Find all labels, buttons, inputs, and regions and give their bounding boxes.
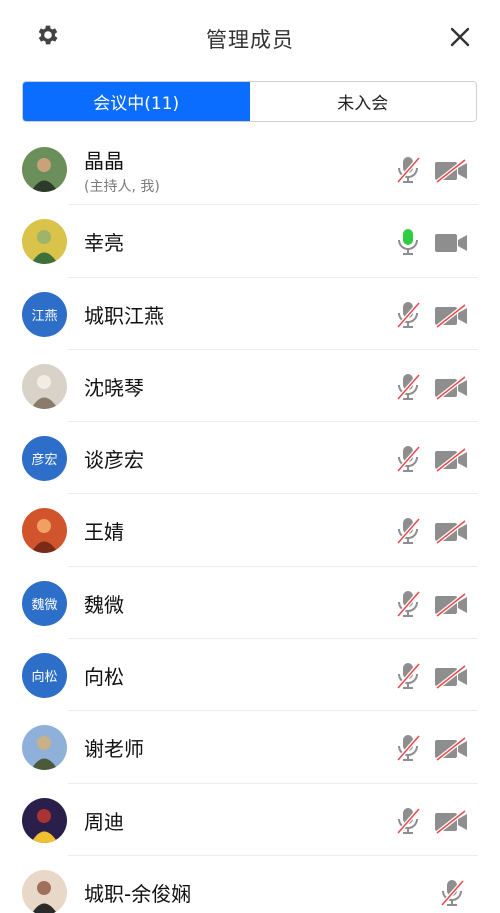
- member-row[interactable]: 晶晶 (主持人, 我): [0, 133, 500, 206]
- member-row[interactable]: 向松 向松: [0, 639, 500, 712]
- mic-muted-icon[interactable]: [394, 661, 422, 691]
- member-row[interactable]: 幸亮: [0, 205, 500, 278]
- mic-muted-icon[interactable]: [394, 733, 422, 763]
- header: 管理成员: [0, 0, 500, 78]
- member-name: 王婧: [84, 520, 124, 545]
- camera-off-icon[interactable]: [433, 736, 469, 762]
- camera-icon[interactable]: [433, 230, 469, 256]
- member-name: 周迪: [84, 809, 124, 834]
- manage-members-screen: 管理成员 会议中(11) 未入会 晶晶 (主持人, 我) 幸亮江燕 城职江燕沈晓琴彦宏…: [0, 0, 500, 913]
- camera-off-icon[interactable]: [433, 809, 469, 835]
- mic-muted-icon[interactable]: [394, 300, 422, 330]
- avatar: [22, 219, 67, 265]
- camera-off-icon[interactable]: [433, 375, 469, 401]
- member-row[interactable]: 魏微 魏微: [0, 567, 500, 640]
- mic-muted-icon[interactable]: [394, 155, 422, 185]
- mic-muted-icon[interactable]: [438, 878, 466, 908]
- tab-in-meeting[interactable]: 会议中(11): [23, 82, 250, 121]
- member-name: 向松: [84, 665, 124, 690]
- camera-off-icon[interactable]: [433, 664, 469, 690]
- member-row[interactable]: 沈晓琴: [0, 350, 500, 423]
- avatar: [22, 147, 67, 192]
- member-name: 谢老师: [84, 737, 144, 762]
- member-tabs: 会议中(11) 未入会: [22, 81, 477, 122]
- member-row[interactable]: 王婧: [0, 494, 500, 567]
- member-row[interactable]: 彦宏 谈彦宏: [0, 422, 500, 495]
- page-title: 管理成员: [206, 28, 294, 52]
- avatar: [22, 508, 67, 554]
- avatar: [22, 363, 67, 409]
- mic-muted-icon[interactable]: [394, 372, 422, 402]
- member-name: 城职江燕: [84, 303, 164, 328]
- member-name: 魏微: [84, 592, 124, 617]
- member-row[interactable]: 江燕 城职江燕: [0, 278, 500, 350]
- tab-not-joined[interactable]: 未入会: [249, 82, 476, 121]
- camera-off-icon[interactable]: [433, 519, 469, 546]
- member-name: 谈彦宏: [84, 448, 144, 473]
- avatar: 江燕: [22, 291, 67, 337]
- member-name: 城职-余俊娴: [84, 881, 192, 906]
- close-button[interactable]: [445, 22, 475, 52]
- camera-off-icon[interactable]: [433, 303, 469, 329]
- member-row[interactable]: 周迪: [0, 784, 500, 856]
- member-list: 晶晶 (主持人, 我) 幸亮 江燕 城职江燕 沈晓琴 彦宏 谈彦宏 王婧 魏微 魏微 向松 向松 谢老师周…: [0, 133, 500, 913]
- member-row[interactable]: 城职-余俊娴: [0, 856, 500, 913]
- member-name: 沈晓琴: [84, 375, 144, 400]
- camera-off-icon[interactable]: [433, 158, 469, 184]
- mic-muted-icon[interactable]: [394, 444, 422, 474]
- member-row[interactable]: 谢老师: [0, 711, 500, 784]
- camera-off-icon[interactable]: [433, 592, 469, 618]
- avatar: 魏微: [22, 580, 67, 626]
- member-name: 幸亮: [84, 231, 124, 256]
- camera-off-icon[interactable]: [433, 447, 469, 473]
- close-icon: [450, 27, 470, 47]
- mic-muted-icon[interactable]: [394, 516, 422, 546]
- avatar: [22, 869, 67, 913]
- mic-muted-icon[interactable]: [394, 806, 422, 836]
- member-role: (主持人, 我): [84, 179, 160, 195]
- mic-icon[interactable]: [394, 227, 422, 257]
- avatar: [22, 725, 67, 771]
- mic-muted-icon[interactable]: [394, 589, 422, 619]
- avatar: 向松: [22, 653, 67, 699]
- avatar: [22, 797, 67, 843]
- avatar: 彦宏: [22, 436, 67, 482]
- member-name: 晶晶: [84, 149, 124, 173]
